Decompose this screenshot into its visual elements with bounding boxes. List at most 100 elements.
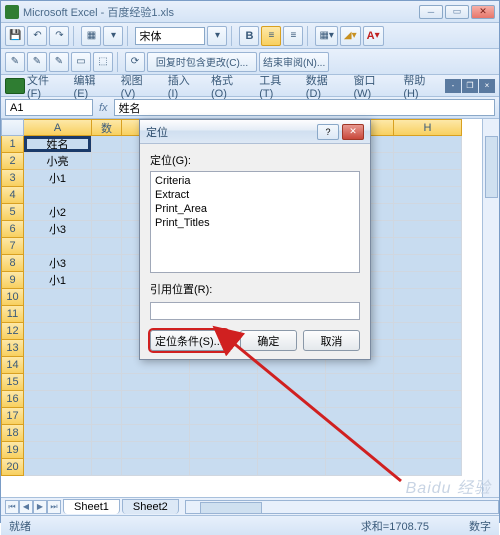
cell[interactable] bbox=[24, 306, 92, 323]
cell[interactable] bbox=[394, 391, 462, 408]
row-header[interactable]: 20 bbox=[1, 459, 24, 476]
tab-nav-first[interactable]: ⏮ bbox=[5, 500, 19, 514]
track-icon[interactable]: ⟳ bbox=[125, 52, 145, 72]
list-item[interactable]: Extract bbox=[155, 188, 355, 202]
dropdown-icon[interactable]: ▾ bbox=[103, 26, 123, 46]
cell[interactable] bbox=[394, 153, 462, 170]
cell[interactable] bbox=[122, 459, 190, 476]
cell[interactable] bbox=[190, 408, 258, 425]
row-header[interactable]: 19 bbox=[1, 442, 24, 459]
cell[interactable] bbox=[258, 459, 326, 476]
cell[interactable] bbox=[394, 425, 462, 442]
menu-window[interactable]: 窗口(W) bbox=[347, 70, 395, 102]
cell[interactable] bbox=[24, 238, 92, 255]
cell[interactable] bbox=[92, 238, 122, 255]
cell[interactable] bbox=[92, 255, 122, 272]
tab-nav-next[interactable]: ▶ bbox=[33, 500, 47, 514]
cell[interactable] bbox=[92, 136, 122, 153]
cell[interactable]: 小1 bbox=[24, 170, 92, 187]
row-header[interactable]: 2 bbox=[1, 153, 24, 170]
cell[interactable] bbox=[122, 442, 190, 459]
cell[interactable] bbox=[394, 170, 462, 187]
cell[interactable] bbox=[394, 136, 462, 153]
ok-button[interactable]: 确定 bbox=[240, 330, 297, 351]
align-center-button[interactable]: ≡ bbox=[261, 26, 281, 46]
cell[interactable] bbox=[258, 408, 326, 425]
minimize-button[interactable]: ─ bbox=[419, 5, 443, 19]
cell[interactable] bbox=[190, 459, 258, 476]
cell[interactable] bbox=[92, 170, 122, 187]
cell[interactable] bbox=[24, 408, 92, 425]
cell[interactable] bbox=[394, 306, 462, 323]
row-header[interactable]: 8 bbox=[1, 255, 24, 272]
cell[interactable] bbox=[258, 425, 326, 442]
cell[interactable] bbox=[24, 374, 92, 391]
menu-view[interactable]: 视图(V) bbox=[115, 70, 160, 102]
review-icon5[interactable]: ⬚ bbox=[93, 52, 113, 72]
dialog-help-button[interactable]: ? bbox=[317, 124, 339, 140]
row-header[interactable]: 6 bbox=[1, 221, 24, 238]
cell[interactable] bbox=[92, 204, 122, 221]
formula-input[interactable]: 姓名 bbox=[114, 99, 495, 116]
list-item[interactable]: Print_Area bbox=[155, 202, 355, 216]
tab-nav-last[interactable]: ⏭ bbox=[47, 500, 61, 514]
cell[interactable] bbox=[92, 442, 122, 459]
cell[interactable] bbox=[24, 425, 92, 442]
font-dropdown-icon[interactable]: ▾ bbox=[207, 26, 227, 46]
cell[interactable] bbox=[92, 340, 122, 357]
menu-format[interactable]: 格式(O) bbox=[205, 70, 251, 102]
cell[interactable] bbox=[92, 357, 122, 374]
list-item[interactable]: Print_Titles bbox=[155, 216, 355, 230]
quick-icon[interactable]: ▦ bbox=[81, 26, 101, 46]
cell[interactable] bbox=[190, 374, 258, 391]
reference-input[interactable] bbox=[150, 302, 360, 320]
cell[interactable]: 小2 bbox=[24, 204, 92, 221]
special-button[interactable]: 定位条件(S)... bbox=[150, 330, 228, 351]
cell[interactable] bbox=[394, 442, 462, 459]
cell[interactable] bbox=[122, 374, 190, 391]
cell[interactable] bbox=[326, 442, 394, 459]
row-header[interactable]: 5 bbox=[1, 204, 24, 221]
cell[interactable] bbox=[92, 391, 122, 408]
row-header[interactable]: 3 bbox=[1, 170, 24, 187]
cell[interactable] bbox=[92, 425, 122, 442]
cell[interactable] bbox=[92, 289, 122, 306]
cell[interactable] bbox=[394, 340, 462, 357]
review-icon4[interactable]: ▭ bbox=[71, 52, 91, 72]
row-header[interactable]: 1 bbox=[1, 136, 24, 153]
cell[interactable] bbox=[394, 221, 462, 238]
cell[interactable] bbox=[190, 425, 258, 442]
review-icon1[interactable]: ✎ bbox=[5, 52, 25, 72]
cell[interactable] bbox=[394, 374, 462, 391]
cell[interactable] bbox=[24, 187, 92, 204]
cell[interactable] bbox=[326, 374, 394, 391]
doc-restore-button[interactable]: ❐ bbox=[462, 79, 478, 93]
cell[interactable] bbox=[24, 289, 92, 306]
cell[interactable] bbox=[24, 357, 92, 374]
row-header[interactable]: 4 bbox=[1, 187, 24, 204]
row-header[interactable]: 10 bbox=[1, 289, 24, 306]
bold-button[interactable]: B bbox=[239, 26, 259, 46]
fill-color-button[interactable]: ◢▾ bbox=[340, 26, 361, 46]
excel-menu-icon[interactable] bbox=[5, 78, 25, 94]
cell[interactable]: 小亮 bbox=[24, 153, 92, 170]
cell[interactable] bbox=[326, 459, 394, 476]
doc-minimize-button[interactable]: - bbox=[445, 79, 461, 93]
row-header[interactable]: 13 bbox=[1, 340, 24, 357]
cell[interactable] bbox=[394, 187, 462, 204]
cell[interactable] bbox=[92, 153, 122, 170]
maximize-button[interactable]: ▭ bbox=[445, 5, 469, 19]
select-all-corner[interactable] bbox=[1, 119, 24, 136]
doc-close-button[interactable]: × bbox=[479, 79, 495, 93]
fx-icon[interactable]: fx bbox=[99, 102, 108, 114]
row-header[interactable]: 17 bbox=[1, 408, 24, 425]
cell[interactable] bbox=[92, 374, 122, 391]
list-item[interactable]: Criteria bbox=[155, 174, 355, 188]
cell[interactable]: 小3 bbox=[24, 221, 92, 238]
col-header[interactable]: H bbox=[394, 119, 462, 136]
cell[interactable]: 小3 bbox=[24, 255, 92, 272]
cell[interactable] bbox=[326, 391, 394, 408]
cell[interactable] bbox=[394, 289, 462, 306]
cell[interactable] bbox=[190, 391, 258, 408]
cell[interactable] bbox=[92, 306, 122, 323]
